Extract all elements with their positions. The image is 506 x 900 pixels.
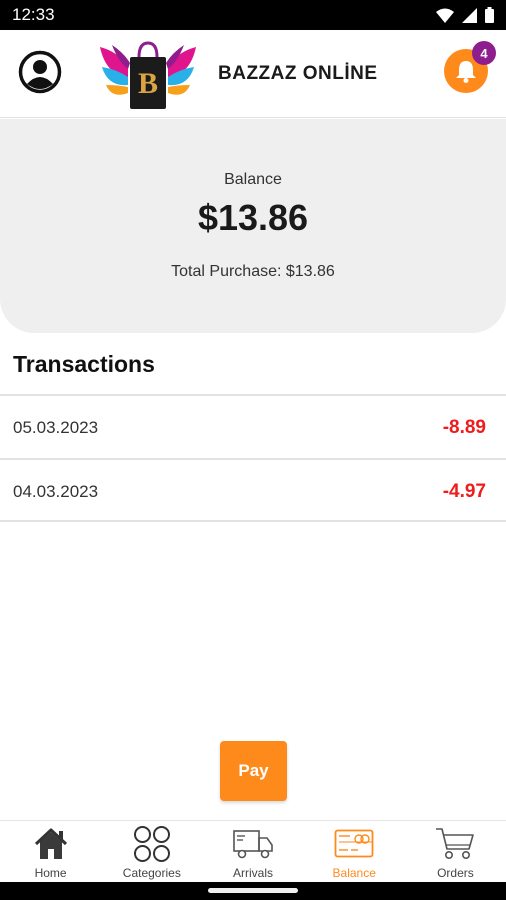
nav-label: Categories (122, 866, 181, 880)
pay-button[interactable]: Pay (220, 741, 287, 801)
categories-icon (132, 825, 172, 863)
nav-label: Arrivals (233, 866, 274, 880)
transaction-date: 04.03.2023 (13, 482, 99, 501)
bottom-nav: Home Categories Arrivals Balance Orders (0, 820, 506, 882)
user-icon (18, 50, 62, 94)
truck-icon (233, 825, 273, 863)
status-bar: 12:33 (0, 0, 506, 30)
status-icons (436, 7, 494, 23)
nav-item-home[interactable]: Home (0, 821, 101, 882)
balance-amount: $13.86 (197, 197, 309, 238)
balance-card: Balance $13.86 Total Purchase: $13.86 (0, 119, 506, 333)
app-header: B BAZZAZ ONLİNE 4 (0, 30, 506, 118)
transaction-date: 05.03.2023 (13, 418, 99, 437)
nav-item-balance[interactable]: Balance (304, 821, 405, 882)
wifi-icon (436, 8, 454, 23)
nav-label: Orders (437, 866, 474, 880)
balance-label: Balance (224, 171, 282, 188)
nav-item-orders[interactable]: Orders (405, 821, 506, 882)
home-icon (31, 825, 71, 863)
gesture-bar (0, 882, 506, 900)
cart-icon (435, 825, 475, 863)
home-gesture-handle[interactable] (208, 888, 298, 893)
status-time: 12:33 (12, 5, 55, 24)
brand-name: BAZZAZ ONLİNE (218, 63, 378, 84)
nav-item-arrivals[interactable]: Arrivals (202, 821, 303, 882)
transaction-amount: -8.89 (442, 417, 486, 438)
profile-button[interactable] (18, 50, 62, 94)
bell-icon (456, 61, 476, 83)
notification-badge: 4 (472, 41, 496, 65)
transactions-list: 05.03.2023 -8.89 04.03.2023 -4.97 (0, 394, 506, 522)
brand-logo: B (100, 41, 196, 109)
battery-icon (485, 7, 494, 23)
signal-icon (462, 7, 477, 23)
nav-item-categories[interactable]: Categories (101, 821, 202, 882)
nav-label: Balance (332, 866, 376, 880)
card-icon (334, 825, 374, 863)
transaction-amount: -4.97 (442, 481, 486, 502)
total-purchase: Total Purchase: $13.86 (171, 263, 335, 280)
svg-text:B: B (138, 67, 158, 100)
transaction-row[interactable]: 04.03.2023 -4.97 (0, 458, 506, 522)
transactions-title: Transactions (13, 351, 155, 377)
nav-label: Home (34, 866, 67, 880)
transaction-row[interactable]: 05.03.2023 -8.89 (0, 394, 506, 458)
